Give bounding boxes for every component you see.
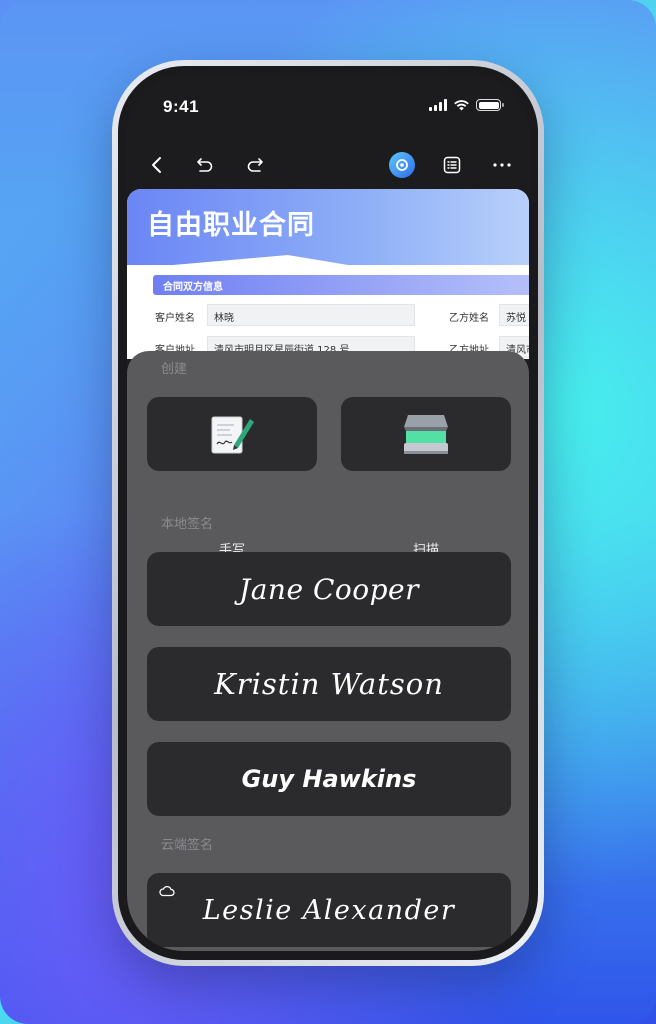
back-button[interactable] [141,147,171,183]
ai-assistant-button[interactable] [387,147,417,183]
status-bar: 9:41 [127,75,529,129]
field-client-name[interactable]: 林晓 [207,304,415,326]
phone-frame: 9:41 自由职业合同 合同双方信息 客户姓名 林晓 乙方姓名 苏悦 风 创建 … [112,60,544,966]
screen: 9:41 自由职业合同 合同双方信息 客户姓名 林晓 乙方姓名 苏悦 风 创建 … [127,75,529,951]
local-signatures-label: 本地签名 [161,517,214,532]
cloud-icon [159,885,175,897]
wifi-icon [454,100,469,111]
battery-icon [476,99,504,111]
chevron-left-icon [152,157,161,173]
create-section-label: 创建 [161,362,188,377]
cloud-signatures-label: 云端签名 [161,838,214,853]
cellular-signal-icon [429,99,447,111]
local-signature-card[interactable]: Guy Hawkins [147,742,511,816]
signature-text: Jane Cooper [239,572,419,606]
more-icon [493,163,511,167]
field-label-party-b-name: 乙方姓名 [449,313,489,324]
scanner-icon [404,415,448,454]
undo-button[interactable] [190,147,220,183]
handwriting-icon [211,416,254,454]
redo-button[interactable] [240,147,270,183]
field-party-b-name[interactable]: 苏悦 [499,304,529,326]
navigation-bar [127,147,529,183]
local-signature-card[interactable]: Kristin Watson [147,647,511,721]
signature-text: Leslie Alexander [202,894,456,926]
undo-icon [197,158,213,172]
local-signature-card[interactable]: Jane Cooper [147,552,511,626]
more-button[interactable] [487,147,517,183]
document-title: 自由职业合同 [147,210,315,241]
handwrite-option[interactable] [147,397,317,471]
status-icons [429,99,504,111]
redo-icon [247,158,263,172]
outline-button[interactable] [437,147,467,183]
section-title: 合同双方信息 [163,282,223,293]
list-icon [443,156,461,174]
document-header: 自由职业合同 [127,189,529,265]
signature-text: Kristin Watson [214,667,444,701]
cloud-signature-card[interactable]: Leslie Alexander [147,873,511,947]
signature-text: Guy Hawkins [241,765,417,793]
scan-option[interactable] [341,397,511,471]
app-logo-icon [389,152,415,178]
field-label-client-name: 客户姓名 [155,313,195,324]
section-header: 合同双方信息 [153,275,529,295]
document-preview: 自由职业合同 合同双方信息 客户姓名 林晓 乙方姓名 苏悦 客户地址 清风市明月… [127,189,529,359]
status-time: 9:41 [163,97,200,116]
